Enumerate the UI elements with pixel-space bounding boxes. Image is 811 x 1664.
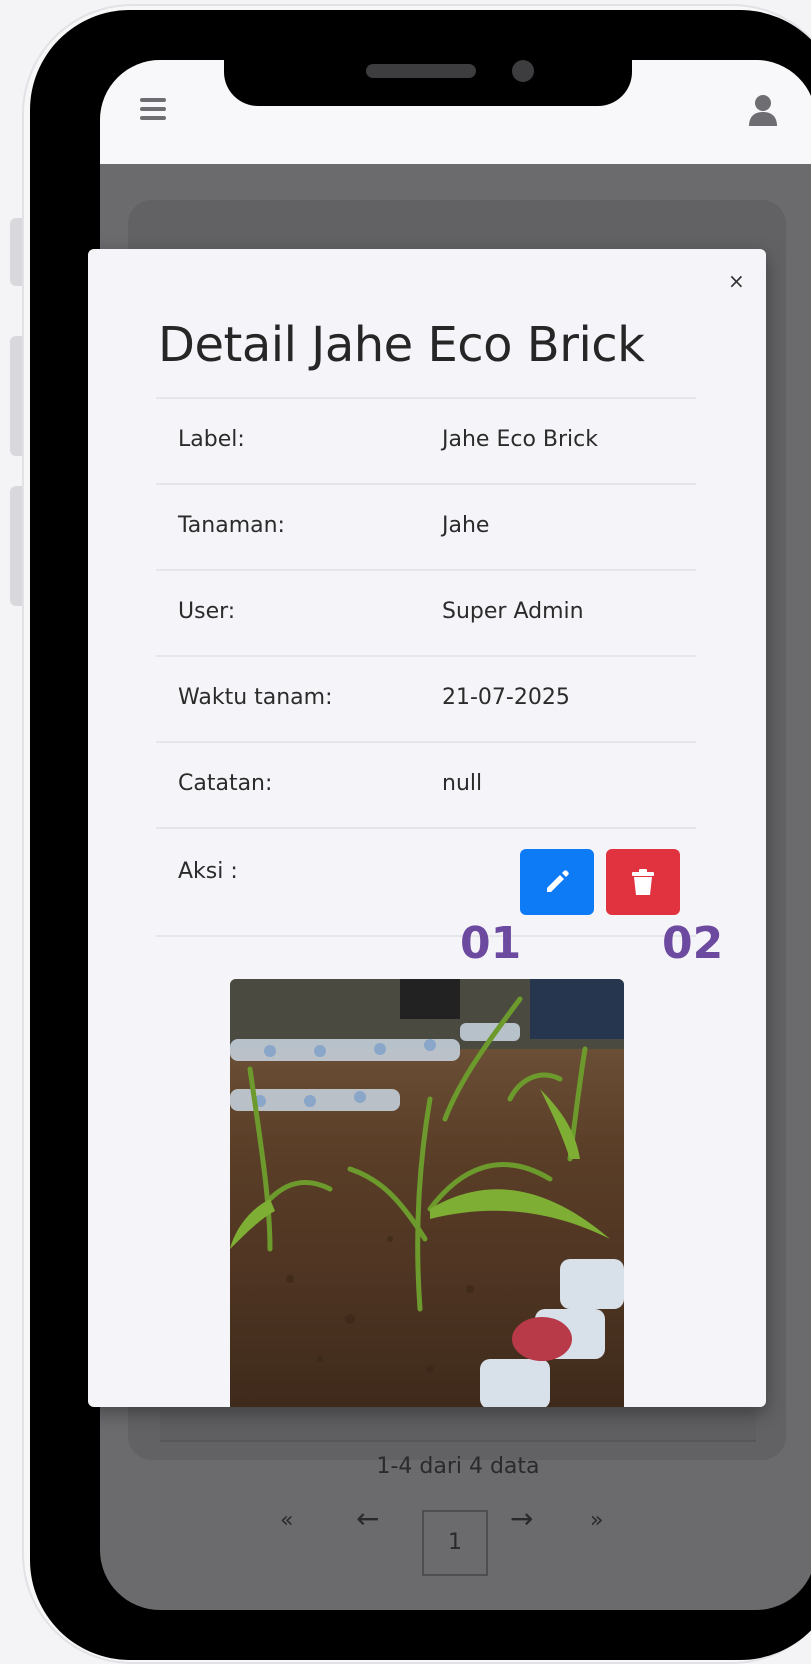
detail-key: Catatan: — [178, 771, 273, 796]
trash-icon — [632, 869, 654, 895]
phone-side-button — [10, 218, 22, 286]
modal-title: Detail Jahe Eco Brick — [158, 317, 645, 373]
detail-value: Super Admin — [442, 599, 584, 624]
detail-table: Label: Jahe Eco Brick Tanaman: Jahe User… — [156, 397, 696, 937]
annotation-number-delete: 02 — [662, 918, 724, 969]
phone-side-button — [10, 486, 22, 606]
detail-key: Label: — [178, 427, 245, 452]
detail-value: null — [442, 771, 483, 796]
detail-row-catatan: Catatan: null — [156, 741, 696, 827]
pagination-next[interactable]: → — [510, 1502, 533, 1535]
pencil-icon — [547, 870, 569, 892]
plant-photo-illustration — [230, 979, 624, 1407]
pagination-current-page[interactable]: 1 — [422, 1510, 488, 1576]
background-table-edge — [160, 1410, 756, 1442]
front-camera — [512, 60, 534, 82]
detail-row-label: Label: Jahe Eco Brick — [156, 397, 696, 483]
user-icon[interactable] — [748, 94, 778, 126]
detail-row-aksi: Aksi : — [156, 827, 696, 937]
close-icon[interactable]: × — [728, 269, 745, 293]
annotation-number-edit: 01 — [460, 918, 522, 969]
detail-value: Jahe — [442, 513, 490, 538]
detail-value: Jahe Eco Brick — [442, 427, 598, 452]
detail-modal: × Detail Jahe Eco Brick Label: Jahe Eco … — [88, 249, 766, 1407]
detail-key: User: — [178, 599, 236, 624]
detail-row-user: User: Super Admin — [156, 569, 696, 655]
detail-row-waktu-tanam: Waktu tanam: 21-07-2025 — [156, 655, 696, 741]
pagination-info: 1-4 dari 4 data — [376, 1454, 540, 1479]
edit-button[interactable] — [520, 849, 594, 915]
hamburger-icon[interactable] — [140, 98, 166, 120]
pagination-last[interactable]: » — [590, 1508, 603, 1533]
pagination-first[interactable]: « — [280, 1508, 293, 1533]
detail-row-tanaman: Tanaman: Jahe — [156, 483, 696, 569]
speaker-grille — [366, 64, 476, 78]
phone-notch — [224, 46, 632, 106]
phone-side-button — [10, 336, 22, 456]
detail-key: Waktu tanam: — [178, 685, 333, 710]
actions-label: Aksi : — [178, 859, 238, 884]
detail-value: 21-07-2025 — [442, 685, 570, 710]
delete-button[interactable] — [606, 849, 680, 915]
plant-photo — [230, 979, 624, 1407]
pagination-prev[interactable]: ← — [356, 1502, 379, 1535]
detail-key: Tanaman: — [178, 513, 285, 538]
